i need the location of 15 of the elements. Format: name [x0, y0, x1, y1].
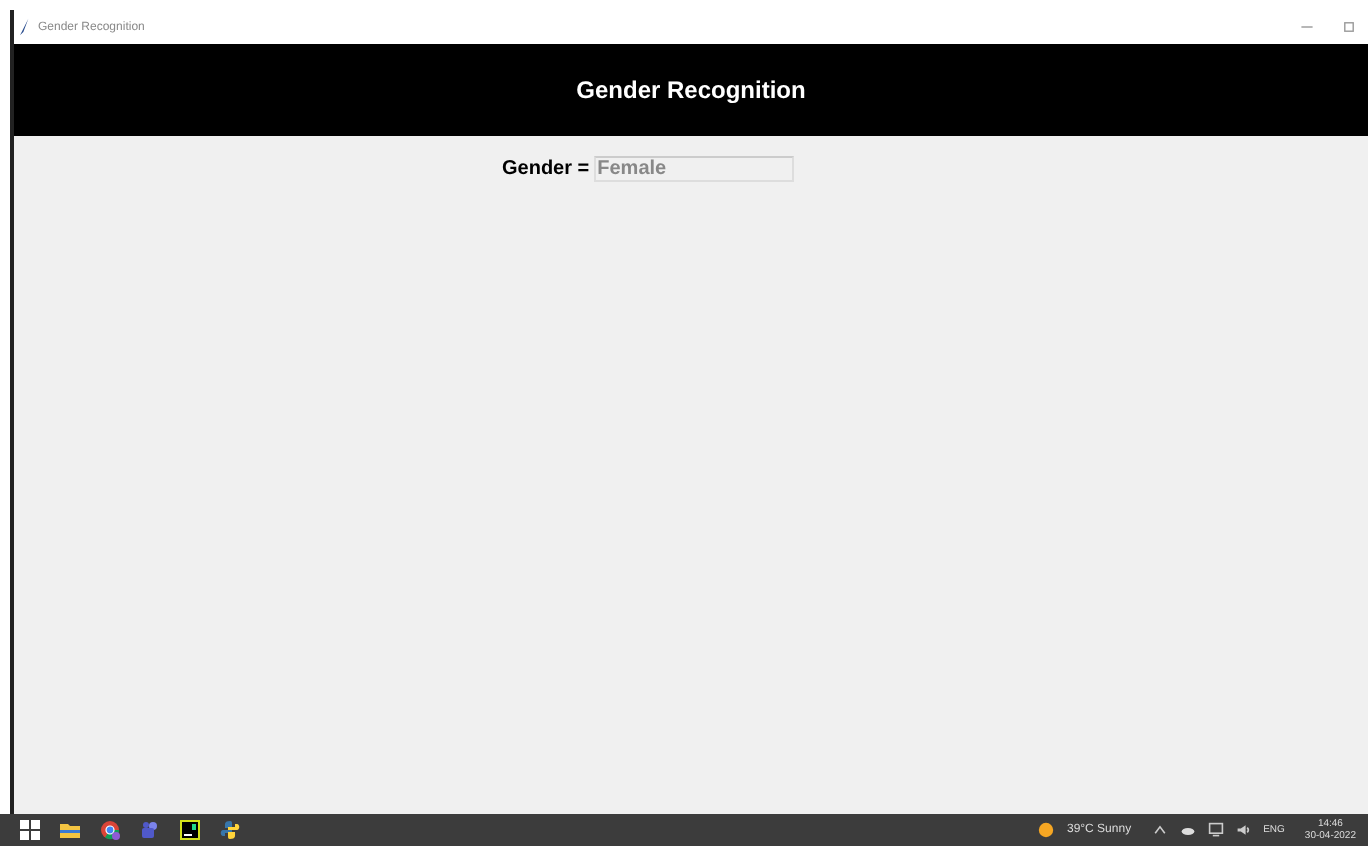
app-title: Gender Recognition: [576, 76, 806, 104]
folder-icon[interactable]: [60, 820, 80, 840]
network-icon[interactable]: [1207, 822, 1224, 838]
python-icon[interactable]: [220, 820, 240, 840]
sun-icon[interactable]: [1038, 822, 1055, 838]
maximize-icon[interactable]: [1342, 20, 1356, 34]
windows-icon[interactable]: [20, 820, 40, 840]
gender-label: Gender =: [502, 158, 590, 180]
feather-icon: [20, 18, 30, 36]
editor-icon[interactable]: [180, 820, 200, 840]
browser-icon[interactable]: [100, 820, 120, 840]
people-icon[interactable]: [140, 820, 160, 840]
speaker-icon[interactable]: [1235, 822, 1252, 838]
chevron-up-icon[interactable]: [1151, 822, 1168, 838]
cloud-icon[interactable]: [1179, 822, 1196, 838]
